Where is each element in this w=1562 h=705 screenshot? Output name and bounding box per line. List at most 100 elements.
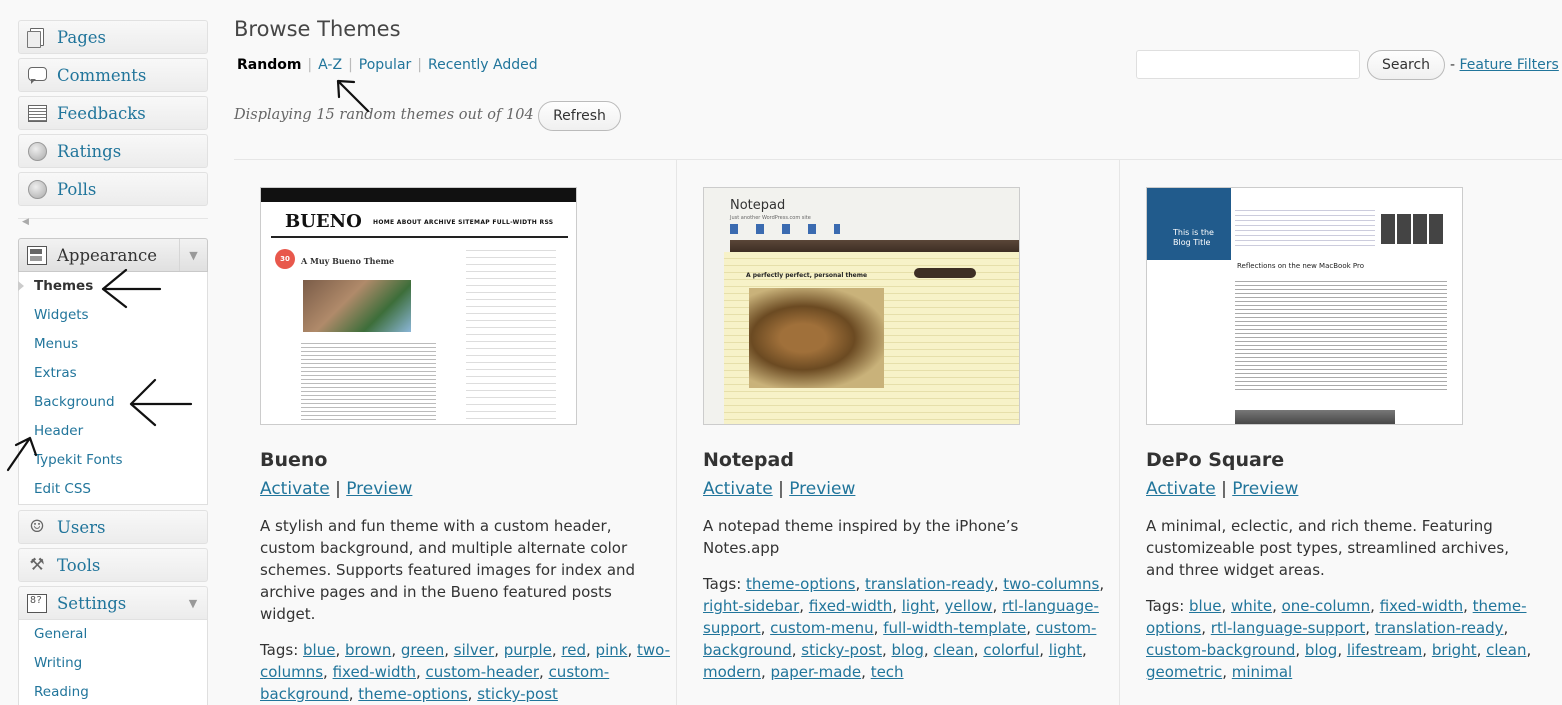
tag-link[interactable]: blog: [1305, 641, 1337, 659]
filter-recently-added[interactable]: Recently Added: [428, 57, 538, 73]
submenu-general[interactable]: General: [19, 620, 207, 649]
submenu-edit-css[interactable]: Edit CSS: [19, 475, 207, 504]
settings-submenu: General Writing Reading: [18, 620, 208, 705]
search-button[interactable]: Search: [1367, 50, 1445, 80]
theme-card-depo-square: This is the Blog Title Reflections on th…: [1146, 187, 1546, 683]
submenu-themes[interactable]: Themes: [18, 272, 207, 301]
tag-link[interactable]: sticky-post: [801, 641, 882, 659]
theme-screenshot[interactable]: BUENO HOME ABOUT ARCHIVE SITEMAP FULL-WI…: [260, 187, 577, 425]
submenu-writing[interactable]: Writing: [19, 649, 207, 678]
theme-description: A minimal, eclectic, and rich theme. Fea…: [1146, 517, 1509, 579]
menu-collapse[interactable]: ◀: [18, 217, 208, 227]
tag-link[interactable]: blog: [892, 641, 924, 659]
tag-link[interactable]: yellow: [945, 597, 993, 615]
submenu-reading[interactable]: Reading: [19, 678, 207, 705]
tag-link[interactable]: one-column: [1282, 597, 1371, 615]
appearance-icon: [27, 245, 47, 265]
tag-link[interactable]: clean: [933, 641, 973, 659]
theme-name: Notepad: [703, 449, 794, 471]
theme-search-input[interactable]: [1136, 50, 1360, 79]
tag-link[interactable]: clean: [1486, 641, 1526, 659]
tag-link[interactable]: red: [561, 641, 586, 659]
pages-icon: [27, 27, 47, 48]
tag-link[interactable]: green: [401, 641, 444, 659]
activate-link[interactable]: Activate: [1146, 479, 1216, 499]
tag-link[interactable]: rtl-language-support: [1211, 619, 1365, 637]
divider: [234, 159, 1562, 160]
menu-label: Settings: [57, 593, 127, 613]
tag-link[interactable]: theme-options: [746, 575, 855, 593]
menu-settings[interactable]: Settings ▼: [18, 586, 208, 620]
submenu-header[interactable]: Header: [19, 417, 207, 446]
tag-link[interactable]: sticky-post: [477, 685, 558, 703]
filter-popular[interactable]: Popular: [359, 57, 412, 73]
theme-screenshot[interactable]: Notepad Just another WordPress.com site …: [703, 187, 1020, 425]
tag-link[interactable]: pink: [596, 641, 628, 659]
tag-link[interactable]: blue: [1189, 597, 1221, 615]
tag-link[interactable]: fixed-width: [333, 663, 416, 681]
preview-link[interactable]: Preview: [1232, 479, 1298, 499]
tag-link[interactable]: full-width-template: [883, 619, 1026, 637]
menu-pages[interactable]: Pages: [18, 20, 208, 54]
tag-link[interactable]: geometric: [1146, 663, 1222, 681]
submenu-typekit-fonts[interactable]: Typekit Fonts: [19, 446, 207, 475]
displaying-count: Displaying 15 random themes out of 104: [234, 107, 534, 123]
tag-link[interactable]: two-columns: [1003, 575, 1099, 593]
theme-description: A stylish and fun theme with a custom he…: [260, 517, 636, 623]
activate-link[interactable]: Activate: [703, 479, 773, 499]
tag-link[interactable]: tech: [871, 663, 904, 681]
tag-link[interactable]: translation-ready: [865, 575, 994, 593]
menu-comments[interactable]: Comments: [18, 58, 208, 92]
feature-filters: - Feature Filters: [1450, 57, 1559, 73]
tag-link[interactable]: light: [1049, 641, 1082, 659]
activate-link[interactable]: Activate: [260, 479, 330, 499]
submenu-background[interactable]: Background: [19, 388, 207, 417]
chevron-down-icon[interactable]: ▼: [179, 587, 207, 619]
tag-link[interactable]: blue: [303, 641, 335, 659]
tag-link[interactable]: paper-made: [771, 663, 862, 681]
tag-link[interactable]: silver: [454, 641, 494, 659]
menu-ratings[interactable]: Ratings: [18, 134, 208, 168]
preview-link[interactable]: Preview: [789, 479, 855, 499]
tag-link[interactable]: theme-options: [358, 685, 467, 703]
submenu-extras[interactable]: Extras: [19, 359, 207, 388]
tag-link[interactable]: custom-background: [1146, 641, 1295, 659]
tag-link[interactable]: translation-ready: [1375, 619, 1504, 637]
menu-label: Ratings: [57, 141, 122, 161]
submenu-menus[interactable]: Menus: [19, 330, 207, 359]
chevron-down-icon[interactable]: ▼: [179, 239, 207, 271]
preview-link[interactable]: Preview: [346, 479, 412, 499]
thumb-subtitle: Just another WordPress.com site: [730, 215, 811, 221]
tag-link[interactable]: colorful: [983, 641, 1039, 659]
tag-link[interactable]: lifestream: [1347, 641, 1422, 659]
tag-link[interactable]: brown: [345, 641, 391, 659]
thumb-rule: [271, 236, 568, 238]
tag-link[interactable]: purple: [504, 641, 552, 659]
theme-screenshot[interactable]: This is the Blog Title Reflections on th…: [1146, 187, 1463, 425]
tag-link[interactable]: custom-menu: [770, 619, 874, 637]
menu-appearance[interactable]: Appearance ▼: [18, 238, 208, 272]
theme-actions: Activate | Preview: [1146, 479, 1546, 499]
tag-link[interactable]: light: [902, 597, 935, 615]
tag-link[interactable]: fixed-width: [1380, 597, 1463, 615]
menu-label: Pages: [57, 27, 106, 47]
menu-tools[interactable]: ⚒ Tools: [18, 548, 208, 582]
tag-link[interactable]: modern: [703, 663, 761, 681]
menu-feedbacks[interactable]: Feedbacks: [18, 96, 208, 130]
tools-icon: ⚒: [29, 555, 45, 575]
menu-label: Tools: [57, 555, 101, 575]
menu-users[interactable]: ☺ Users: [18, 510, 208, 544]
filter-a-z[interactable]: A-Z: [318, 57, 342, 73]
tag-link[interactable]: right-sidebar: [703, 597, 799, 615]
thumb-date-text: 30: [280, 255, 290, 263]
filter-random[interactable]: Random: [237, 57, 301, 73]
refresh-button[interactable]: Refresh: [538, 101, 621, 131]
tag-link[interactable]: minimal: [1232, 663, 1292, 681]
tag-link[interactable]: custom-header: [426, 663, 540, 681]
tag-link[interactable]: bright: [1432, 641, 1477, 659]
submenu-widgets[interactable]: Widgets: [19, 301, 207, 330]
tag-link[interactable]: white: [1231, 597, 1272, 615]
menu-polls[interactable]: Polls: [18, 172, 208, 206]
tag-link[interactable]: fixed-width: [809, 597, 892, 615]
feature-filters-link[interactable]: Feature Filters: [1460, 57, 1559, 73]
